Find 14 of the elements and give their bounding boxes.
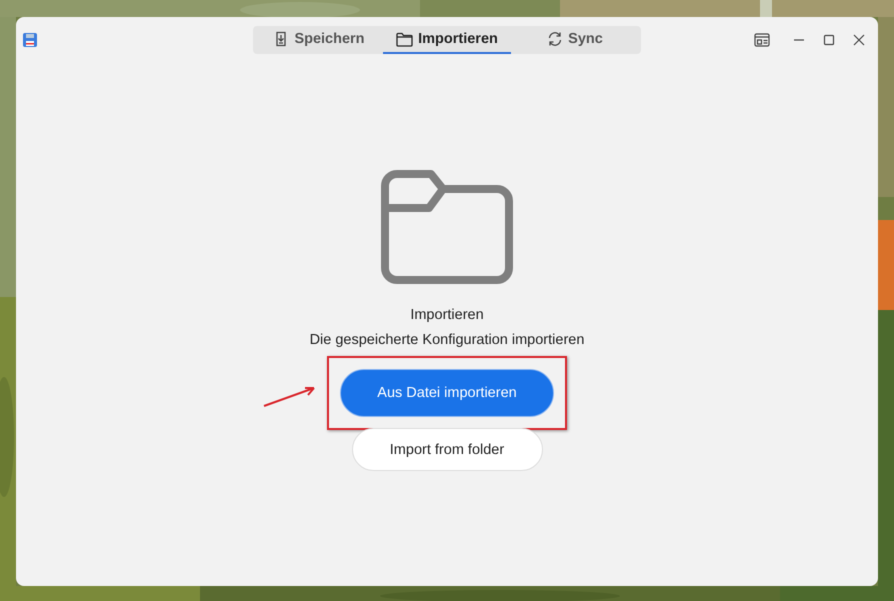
folder-icon: [396, 32, 414, 46]
import-file-button[interactable]: Aus Datei importieren: [340, 369, 554, 417]
tab[interactable]: Sync: [511, 26, 639, 54]
close-icon[interactable]: [852, 33, 866, 47]
tab[interactable]: Importieren: [383, 26, 511, 54]
section-title: Importieren: [410, 307, 484, 323]
sync-icon: [547, 31, 564, 47]
folder-icon: [381, 170, 513, 284]
maximize-icon[interactable]: [822, 33, 836, 47]
app-icon: [23, 33, 37, 47]
tab[interactable]: Speichern: [255, 26, 383, 54]
panel-icon[interactable]: [754, 33, 770, 47]
import-folder-button[interactable]: Import from folder: [352, 428, 542, 471]
section-description: Die gespeicherte Konfiguration importieren: [310, 332, 584, 348]
